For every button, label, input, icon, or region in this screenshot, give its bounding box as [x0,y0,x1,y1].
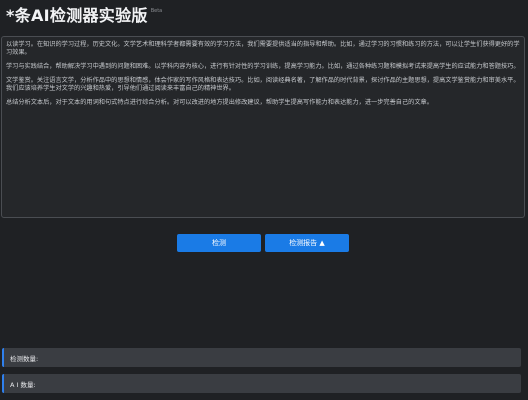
page: *条AI检测器实验版 Beta 以读学习。在知识的学习过程，历史文化。文学艺术和… [0,0,528,400]
detect-count-panel: 检测数量: [2,348,521,367]
detect-report-button[interactable]: 检测报告 ▲ [265,234,349,252]
detect-count-label: 检测数量: [10,354,39,363]
editor-paragraph: 文学鉴赏。关注语言文学，分析作品中的思想和情感，体会作家的写作风格和表达技巧。比… [6,77,520,92]
beta-badge: Beta [150,8,163,14]
ai-count-panel: A I 数量: [2,374,521,393]
ai-count-label: A I 数量: [10,380,36,389]
page-title: *条AI检测器实验版 [6,6,148,25]
text-input-area[interactable]: 以读学习。在知识的学习过程，历史文化。文学艺术和理科学者都需要有效的学习方法，我… [1,36,525,218]
header: *条AI检测器实验版 Beta [6,4,162,28]
editor-paragraph: 总结分析文本后，对于文本的用词和句式特点进行综合分析。对可以改进的地方提出修改建… [6,99,433,106]
editor-paragraph: 学习与实践结合，帮助解决学习中遇到的问题和困难。以学科内容为核心，进行有针对性的… [6,63,520,70]
detect-button[interactable]: 检测 [177,234,261,252]
editor-paragraph: 以读学习。在知识的学习过程，历史文化。文学艺术和理科学者都需要有效的学习方法，我… [6,41,520,56]
action-buttons: 检测 检测报告 ▲ [0,234,528,252]
